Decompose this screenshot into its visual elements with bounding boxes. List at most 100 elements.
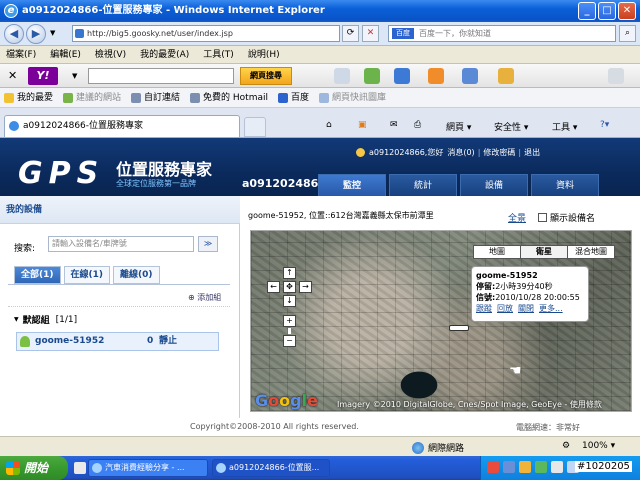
print-icon[interactable]: ⎙ xyxy=(414,120,421,130)
yahoo-logo[interactable]: Y! xyxy=(28,67,58,85)
security-zone[interactable]: 網際網路 xyxy=(412,441,464,454)
tab-devices[interactable]: 設備 xyxy=(460,174,528,196)
tab-statistics[interactable]: 統計 xyxy=(389,174,457,196)
google-logo[interactable]: Google xyxy=(255,391,318,410)
yahoo-dropdown-icon[interactable]: ▼ xyxy=(72,72,77,80)
more-link[interactable]: 更多... xyxy=(539,304,563,313)
map-type-hybrid[interactable]: 混合地圖 xyxy=(567,245,615,259)
refresh-button[interactable]: ⟳ xyxy=(342,25,359,42)
filter-offline[interactable]: 離線(0) xyxy=(113,266,160,284)
playback-link[interactable]: 回放 xyxy=(497,304,513,313)
tab-monitor[interactable]: 監控 xyxy=(318,174,386,196)
add-favorite-icon xyxy=(63,92,74,103)
stop-button[interactable]: ✕ xyxy=(362,25,379,42)
fav-baidu[interactable]: 百度 xyxy=(278,88,309,108)
fav-hotmail[interactable]: 免費的 Hotmail xyxy=(190,88,268,108)
map-type-map[interactable]: 地圖 xyxy=(473,245,521,259)
checkbox-icon[interactable] xyxy=(538,213,547,222)
quick-launch-icon[interactable] xyxy=(74,462,86,474)
taskbar-item-car-blog[interactable]: 汽車消費經驗分享 - ... xyxy=(88,459,208,477)
map-type-satellite[interactable]: 衛星 xyxy=(520,245,568,259)
yahoo-search-input[interactable] xyxy=(88,68,234,84)
menu-tools[interactable]: 工具(T) xyxy=(203,46,234,64)
window-title: a0912024866-位置服務專家 - Windows Internet Ex… xyxy=(22,5,325,16)
device-search-input[interactable]: 請輸入設備名/車牌號 xyxy=(48,236,194,252)
home-icon[interactable]: ⌂ xyxy=(326,120,332,130)
close-info-link[interactable]: 關閉 xyxy=(518,304,534,313)
track-link[interactable]: 跟蹤 xyxy=(476,304,492,313)
toolbar-icon-3[interactable] xyxy=(394,68,410,84)
minimize-button[interactable]: _ xyxy=(578,2,596,20)
back-button[interactable]: ◀ xyxy=(4,24,24,44)
close-toolbar-icon[interactable]: ✕ xyxy=(8,69,17,82)
menu-view[interactable]: 檢視(V) xyxy=(95,46,126,64)
filter-online[interactable]: 在線(1) xyxy=(63,266,110,284)
device-filter-tabs: 全部(1) 在線(1) 離線(0) xyxy=(14,266,163,284)
safety-menu[interactable]: 安全性 ▾ xyxy=(494,120,528,133)
menu-file[interactable]: 檔案(F) xyxy=(6,46,36,64)
zoom-level[interactable]: 100% ▾ xyxy=(582,441,615,451)
page-content: GPS 位置服務專家 全球定位服務第一品牌 a0912024866 a09120… xyxy=(0,138,640,436)
read-mail-icon[interactable]: ✉ xyxy=(390,120,398,130)
url-input[interactable]: http://big5.goosky.net/user/index.jsp xyxy=(72,25,340,42)
vehicle-marker-icon[interactable] xyxy=(449,325,469,331)
pan-left-icon[interactable]: ← xyxy=(267,281,280,293)
start-button[interactable]: 開始 xyxy=(0,456,68,480)
device-search-dropdown-icon[interactable]: ≫ xyxy=(198,236,218,252)
toolbar-options-icon[interactable] xyxy=(608,68,624,84)
history-dropdown-icon[interactable]: ▼ xyxy=(50,29,55,37)
feeds-icon[interactable]: ▣ xyxy=(358,120,367,130)
tray-icon-1[interactable] xyxy=(487,461,499,473)
filter-all[interactable]: 全部(1) xyxy=(14,266,61,284)
messages-link[interactable]: 消息(0) xyxy=(447,147,474,158)
tab-data[interactable]: 資料 xyxy=(531,174,599,196)
info-links: 跟蹤 回放 關閉 更多... xyxy=(476,303,584,314)
zoom-out-icon[interactable]: − xyxy=(283,335,296,347)
logout-link[interactable]: 退出 xyxy=(524,147,540,158)
tray-icon-5[interactable] xyxy=(551,461,563,473)
zoom-in-icon[interactable]: + xyxy=(283,315,296,327)
menu-edit[interactable]: 編輯(E) xyxy=(50,46,81,64)
tab-active[interactable]: a0912024866-位置服務專家 xyxy=(4,115,240,137)
rss-icon[interactable] xyxy=(428,68,444,84)
protected-mode-icon[interactable]: ⚙ xyxy=(562,441,570,451)
change-password-link[interactable]: 修改密碼 xyxy=(483,147,515,158)
pan-down-icon[interactable]: ↓ xyxy=(283,295,296,307)
toolbar-icon-1[interactable] xyxy=(334,68,350,84)
taskbar-item-gps[interactable]: a0912024866-位置服... xyxy=(212,459,330,477)
close-button[interactable]: ✕ xyxy=(618,2,636,20)
fav-custom-links[interactable]: 自訂連結 xyxy=(131,88,180,108)
tray-icon-4[interactable] xyxy=(535,461,547,473)
toolbar-icon-2[interactable] xyxy=(364,68,380,84)
maximize-button[interactable]: □ xyxy=(598,2,616,20)
pan-up-icon[interactable]: ↑ xyxy=(283,267,296,279)
fav-web-slice-gallery[interactable]: 網頁快訊圖庫 xyxy=(319,88,386,108)
favorites-button[interactable]: 我的最愛 xyxy=(4,88,53,108)
device-group[interactable]: ▼ 默認組 [1/1] xyxy=(14,313,77,327)
add-group-button[interactable]: ⊕ 添加組 xyxy=(188,292,221,303)
pan-right-icon[interactable]: → xyxy=(299,281,312,293)
mail-icon[interactable] xyxy=(462,68,478,84)
menu-favorites[interactable]: 我的最愛(A) xyxy=(140,46,189,64)
messenger-icon[interactable] xyxy=(498,68,514,84)
menu-help[interactable]: 說明(H) xyxy=(248,46,280,64)
search-input[interactable]: 百度 百度一下，你就知道 xyxy=(388,25,616,42)
collapse-triangle-icon[interactable]: ▼ xyxy=(14,316,19,323)
tray-icon-3[interactable] xyxy=(519,461,531,473)
help-icon[interactable]: ?▾ xyxy=(600,120,609,130)
page-menu[interactable]: 網頁 ▾ xyxy=(446,120,471,133)
yahoo-search-button[interactable]: 網頁搜尋 xyxy=(240,67,292,85)
fav-suggested[interactable]: 建議的網站 xyxy=(63,88,121,108)
tools-menu[interactable]: 工具 ▾ xyxy=(552,120,577,133)
device-row[interactable]: goome-51952 0 靜止 xyxy=(16,332,219,351)
forward-button[interactable]: ▶ xyxy=(26,24,46,44)
zoom-slider[interactable] xyxy=(288,328,291,334)
pan-center-icon[interactable]: ✥ xyxy=(283,281,296,293)
map-copyright[interactable]: Imagery ©2010 DigitalGlobe, Cnes/Spot Im… xyxy=(337,399,602,410)
search-button[interactable]: ⌕ xyxy=(619,25,636,42)
map-view[interactable]: 地圖 衛星 混合地圖 ↑ ← ✥ → ↓ + − goome-51952 停留:… xyxy=(250,230,632,412)
new-tab-button[interactable] xyxy=(244,117,266,137)
show-device-names-checkbox[interactable]: 顯示設備名 xyxy=(538,211,595,224)
tray-icon-2[interactable] xyxy=(503,461,515,473)
zoom-all-link[interactable]: 全景 xyxy=(508,211,526,224)
